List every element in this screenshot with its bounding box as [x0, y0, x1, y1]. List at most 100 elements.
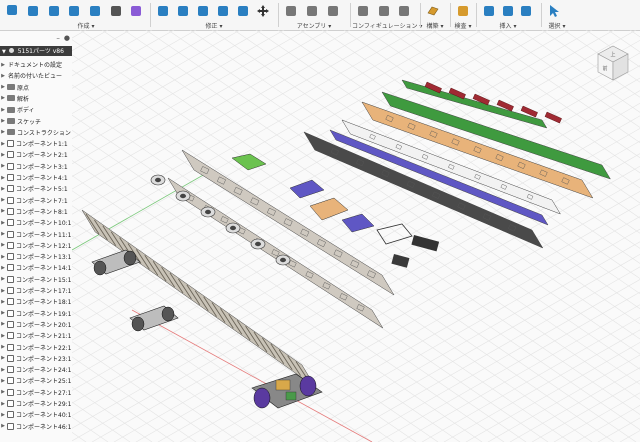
select-icon[interactable]: [545, 2, 563, 19]
caret-right-icon[interactable]: ▶: [0, 208, 6, 214]
as-built-joint-icon[interactable]: [324, 2, 342, 19]
press-pull-icon[interactable]: [154, 2, 172, 19]
caret-right-icon[interactable]: ▶: [0, 254, 6, 260]
toolbar-group-label[interactable]: 選択 ▾: [543, 21, 571, 30]
new-component-icon[interactable]: [282, 2, 300, 19]
extrude-icon[interactable]: [45, 2, 63, 19]
browser-row[interactable]: ▶ コンストラクション: [0, 127, 72, 138]
split-icon[interactable]: [214, 2, 232, 19]
caret-down-icon[interactable]: ▼: [2, 49, 6, 55]
polygon-icon[interactable]: [107, 2, 125, 19]
caret-right-icon[interactable]: ▶: [0, 299, 6, 305]
caret-right-icon[interactable]: ▶: [0, 107, 6, 113]
caret-right-icon[interactable]: ▶: [0, 141, 6, 147]
browser-row[interactable]: ▶ コンポーネント5:1: [0, 183, 72, 194]
browser-collapse-icon[interactable]: –: [56, 34, 60, 42]
browser-row[interactable]: ▶ コンポーネント23:1: [0, 353, 72, 364]
caret-right-icon[interactable]: ▶: [0, 265, 6, 271]
align-icon[interactable]: [234, 2, 252, 19]
caret-right-icon[interactable]: ▶: [0, 355, 6, 361]
browser-row[interactable]: ▶ コンポーネント14:1: [0, 262, 72, 273]
caret-right-icon[interactable]: ▶: [0, 389, 6, 395]
caret-right-icon[interactable]: ▶: [0, 186, 6, 192]
browser-row[interactable]: ▶ コンポーネント46:1: [0, 421, 72, 432]
caret-right-icon[interactable]: ▶: [0, 220, 6, 226]
shell-icon[interactable]: [127, 2, 145, 19]
browser-root-node[interactable]: ▼ 5151パーツ v86: [0, 46, 72, 56]
insert-canvas-icon[interactable]: [499, 2, 517, 19]
caret-right-icon[interactable]: ▶: [0, 163, 6, 169]
caret-right-icon[interactable]: ▶: [0, 73, 6, 79]
browser-row[interactable]: ▶ コンポーネント24:1: [0, 364, 72, 375]
browser-row[interactable]: ▶ コンポーネント19:1: [0, 308, 72, 319]
browser-row[interactable]: ▶ 原点: [0, 82, 72, 93]
toolbar-group-label[interactable]: 構築 ▾: [422, 21, 448, 30]
toolbar-group-label[interactable]: 挿入 ▾: [478, 21, 538, 30]
browser-row[interactable]: ▶ コンポーネント18:1: [0, 296, 72, 307]
caret-right-icon[interactable]: ▶: [0, 423, 6, 429]
browser-row[interactable]: ▶ 名前の付いたビュー: [0, 70, 72, 81]
caret-right-icon[interactable]: ▶: [0, 175, 6, 181]
toolbar-group-label[interactable]: 修正 ▾: [152, 21, 276, 30]
browser-pin-icon[interactable]: ●: [64, 34, 70, 42]
browser-row[interactable]: ▶ コンポーネント7:1: [0, 195, 72, 206]
insert-image-icon[interactable]: [517, 2, 535, 19]
plane-icon[interactable]: [424, 2, 442, 19]
browser-row[interactable]: ▶ ドキュメントの設定: [0, 59, 72, 70]
chamfer-icon[interactable]: [194, 2, 212, 19]
caret-right-icon[interactable]: ▶: [0, 310, 6, 316]
browser-row[interactable]: ▶ コンポーネント29:1: [0, 398, 72, 409]
configure-icon[interactable]: [354, 2, 372, 19]
caret-right-icon[interactable]: ▶: [0, 412, 6, 418]
caret-right-icon[interactable]: ▶: [0, 197, 6, 203]
toolbar-group-label[interactable]: コンフィギュレーション ▾: [352, 21, 422, 30]
move-icon[interactable]: [254, 2, 272, 19]
caret-right-icon[interactable]: ▶: [0, 378, 6, 384]
caret-right-icon[interactable]: ▶: [0, 333, 6, 339]
insert-derive-icon[interactable]: [480, 2, 498, 19]
browser-row[interactable]: ▶ コンポーネント17:1: [0, 285, 72, 296]
caret-right-icon[interactable]: ▶: [0, 242, 6, 248]
browser-row[interactable]: ▶ コンポーネント4:1: [0, 172, 72, 183]
caret-right-icon[interactable]: ▶: [0, 62, 6, 68]
browser-row[interactable]: ▶ コンポーネント3:1: [0, 161, 72, 172]
sketch-rect-icon[interactable]: [86, 2, 104, 19]
caret-right-icon[interactable]: ▶: [0, 276, 6, 282]
browser-row[interactable]: ▶ スケッチ: [0, 116, 72, 127]
caret-right-icon[interactable]: ▶: [0, 95, 6, 101]
browser-row[interactable]: ▶ コンポーネント20:1: [0, 319, 72, 330]
fillet-icon[interactable]: [174, 2, 192, 19]
data-panel-icon[interactable]: [3, 1, 21, 18]
viewcube[interactable]: 上 前: [590, 40, 636, 86]
browser-row[interactable]: ▶ コンポーネント8:1: [0, 206, 72, 217]
caret-right-icon[interactable]: ▶: [0, 129, 6, 135]
measure-icon[interactable]: [454, 2, 472, 19]
browser-row[interactable]: ▶ コンポーネント12:1: [0, 240, 72, 251]
table-icon[interactable]: [375, 2, 393, 19]
new-sketch-icon[interactable]: [24, 2, 42, 19]
caret-right-icon[interactable]: ▶: [0, 344, 6, 350]
browser-row[interactable]: ▶ コンポーネント40:1: [0, 409, 72, 420]
caret-right-icon[interactable]: ▶: [0, 118, 6, 124]
browser-row[interactable]: ▶ コンポーネント11:1: [0, 229, 72, 240]
joint-icon[interactable]: [303, 2, 321, 19]
browser-row[interactable]: ▶ コンポーネント13:1: [0, 251, 72, 262]
browser-row[interactable]: ▶ コンポーネント21:1: [0, 330, 72, 341]
browser-row[interactable]: ▶ コンポーネント15:1: [0, 274, 72, 285]
caret-right-icon[interactable]: ▶: [0, 152, 6, 158]
rule-icon[interactable]: [395, 2, 413, 19]
browser-row[interactable]: ▶ コンポーネント22:1: [0, 342, 72, 353]
browser-row[interactable]: ▶ コンポーネント10:1: [0, 217, 72, 228]
browser-row[interactable]: ▶ コンポーネント1:1: [0, 138, 72, 149]
box-icon[interactable]: [65, 2, 83, 19]
visibility-icon[interactable]: [8, 48, 14, 53]
caret-right-icon[interactable]: ▶: [0, 367, 6, 373]
browser-row[interactable]: ▶ 解析: [0, 93, 72, 104]
caret-right-icon[interactable]: ▶: [0, 321, 6, 327]
canvas-viewport[interactable]: [72, 30, 640, 442]
toolbar-group-label[interactable]: 作成 ▾: [22, 21, 150, 30]
browser-row[interactable]: ▶ コンポーネント27:1: [0, 387, 72, 398]
browser-row[interactable]: ▶ コンポーネント25:1: [0, 375, 72, 386]
caret-right-icon[interactable]: ▶: [0, 288, 6, 294]
browser-row[interactable]: ▶ コンポーネント2:1: [0, 149, 72, 160]
